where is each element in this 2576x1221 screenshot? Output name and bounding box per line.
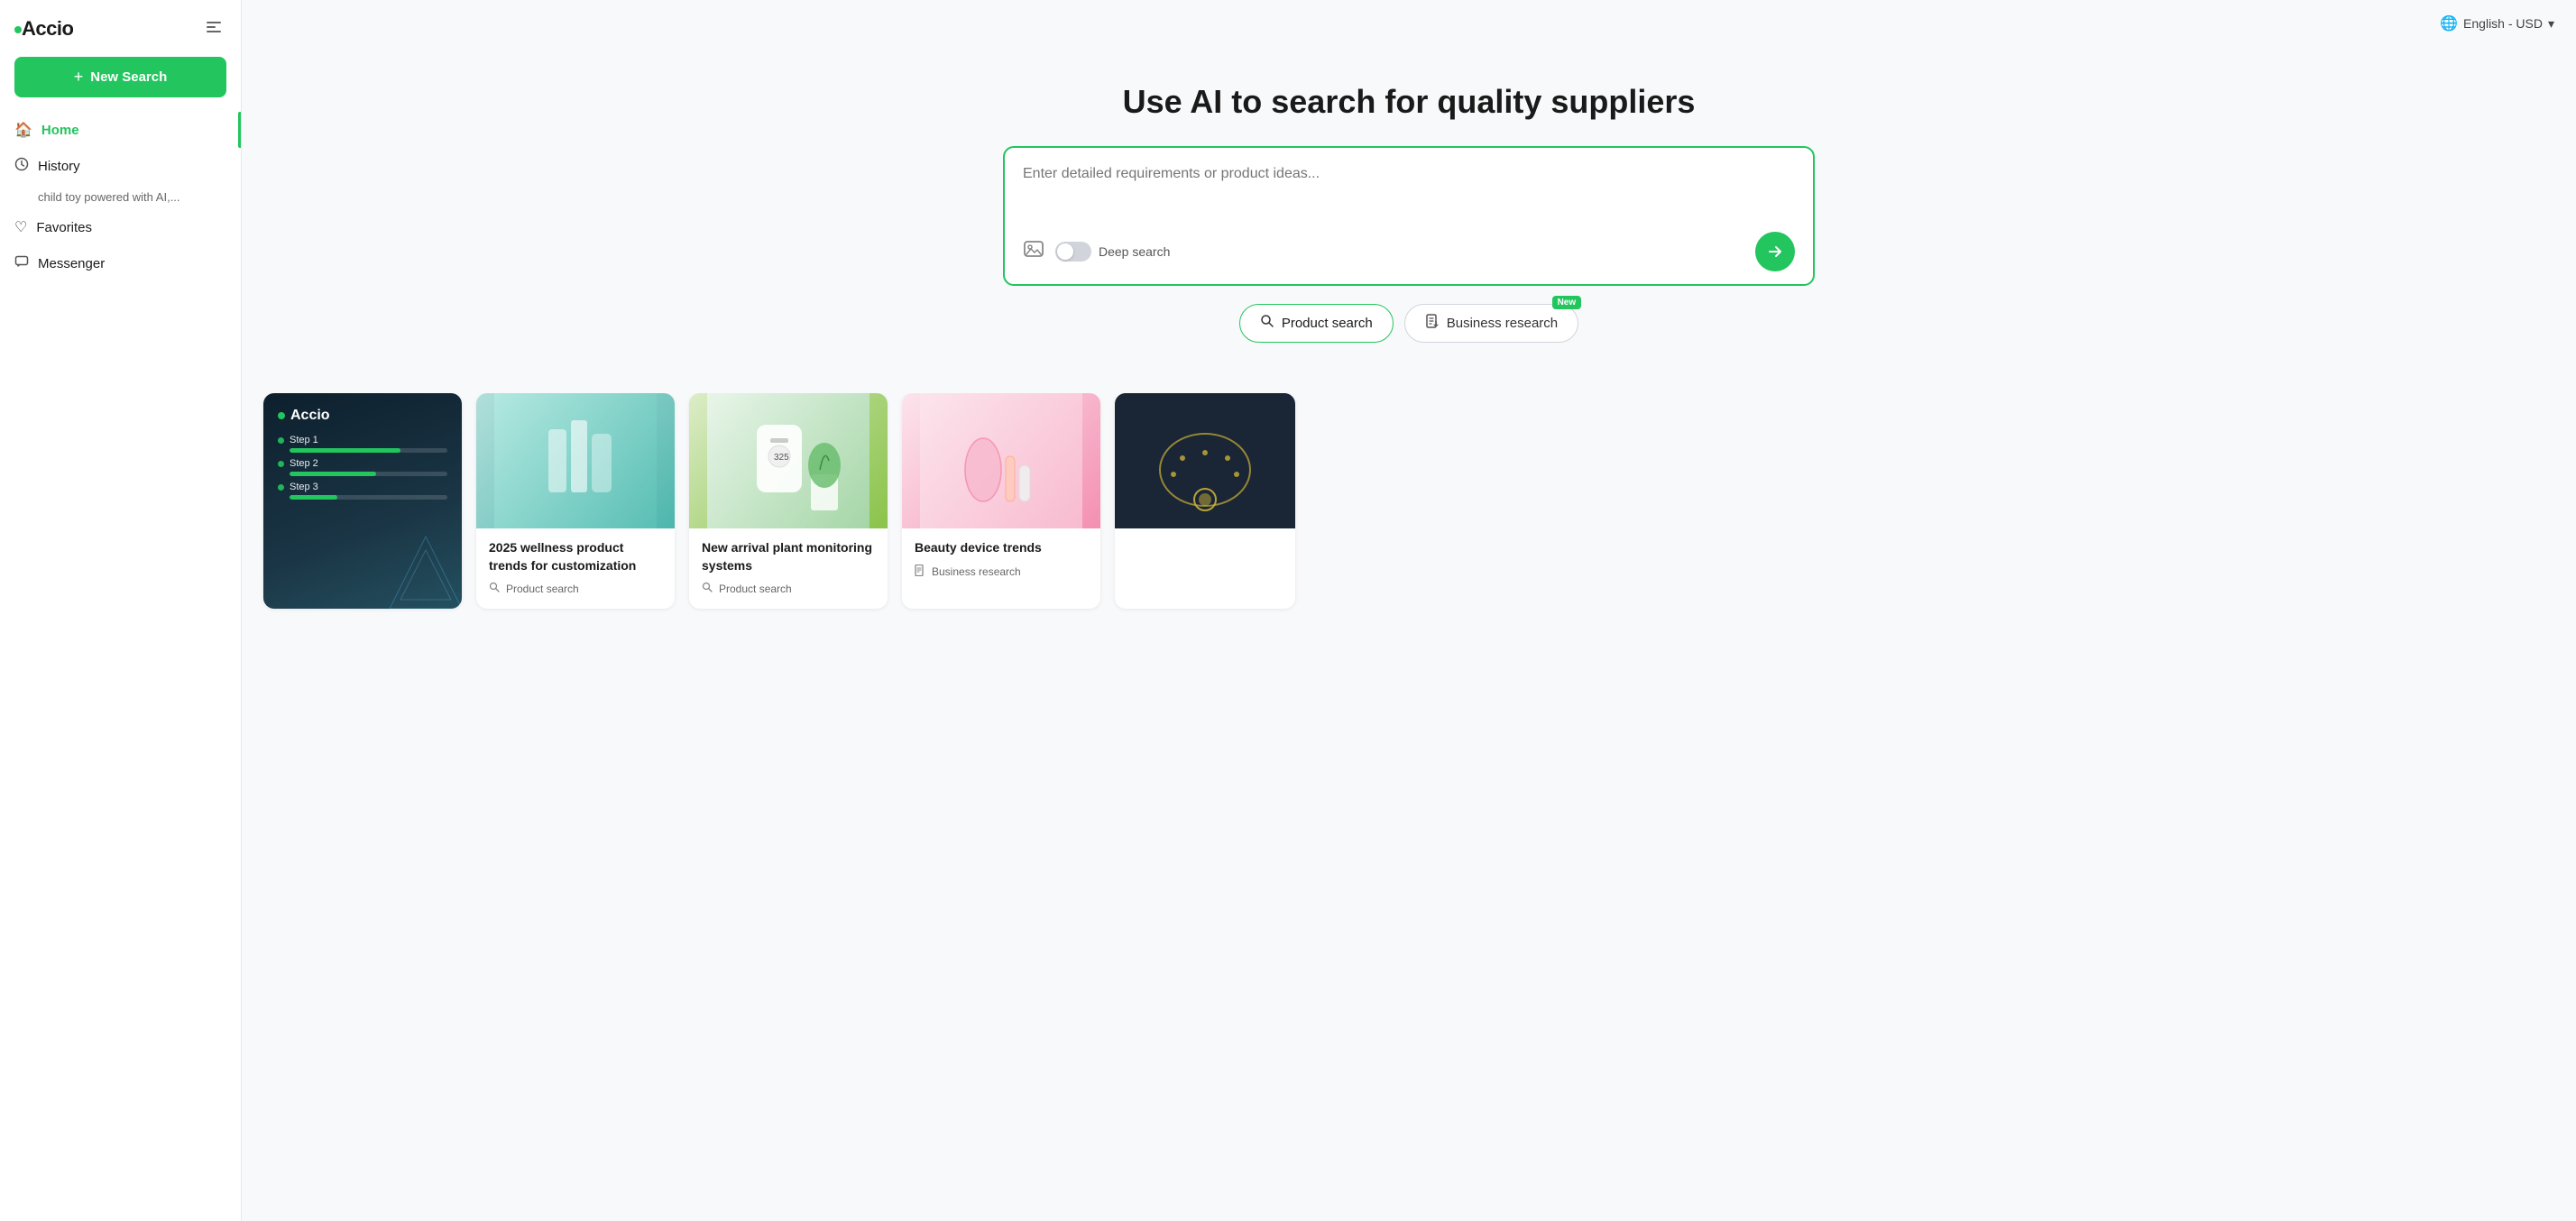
sidebar-item-home[interactable]: 🏠 Home: [0, 112, 241, 148]
image-upload-icon[interactable]: [1023, 238, 1044, 265]
globe-icon: 🌐: [2440, 14, 2458, 32]
search-footer-left: Deep search: [1023, 238, 1170, 265]
toggle-knob: [1057, 243, 1073, 260]
search-type-pills: Product search Business research New: [1239, 304, 1578, 343]
beauty-card-image: [902, 393, 1100, 528]
plant-card[interactable]: 325 New arrival plant monitoring systems…: [689, 393, 888, 609]
search-send-button[interactable]: [1755, 232, 1795, 271]
history-icon: [14, 157, 29, 176]
sidebar: Accio + New Search 🏠 Home History child …: [0, 0, 242, 1221]
product-search-icon: [1260, 314, 1274, 333]
product-search-pill[interactable]: Product search: [1239, 304, 1394, 343]
messenger-icon: [14, 254, 29, 273]
deep-search-toggle-button[interactable]: [1055, 242, 1091, 262]
deep-search-toggle: Deep search: [1055, 242, 1170, 262]
wellness-card-tag: Product search: [489, 582, 662, 596]
cards-row: Accio Step 1 Step: [263, 393, 2554, 609]
search-footer: Deep search: [1023, 232, 1795, 271]
hero-section: Use AI to search for quality suppliers: [242, 47, 2576, 393]
plant-card-body: New arrival plant monitoring systems Pro…: [689, 528, 888, 609]
beauty-card-title: Beauty device trends: [915, 539, 1088, 557]
beauty-card[interactable]: Beauty device trends Business research: [902, 393, 1100, 609]
jewelry-card[interactable]: [1115, 393, 1295, 609]
language-selector-button[interactable]: 🌐 English - USD ▾: [2440, 14, 2554, 32]
new-search-button[interactable]: + New Search: [14, 57, 226, 97]
plant-tag-icon: [702, 582, 713, 596]
beauty-card-tag: Business research: [915, 565, 1088, 579]
accio-promo-card[interactable]: Accio Step 1 Step: [263, 393, 462, 609]
plant-card-image: 325: [689, 393, 888, 528]
wellness-tag-icon: [489, 582, 501, 596]
sidebar-item-messenger[interactable]: Messenger: [0, 245, 241, 282]
sidebar-header: Accio: [0, 14, 241, 57]
business-research-icon: [1425, 314, 1440, 333]
jewelry-card-body: [1115, 528, 1295, 559]
main-content: 🌐 English - USD ▾ Use AI to search for q…: [242, 0, 2576, 1221]
app-logo: Accio: [14, 17, 73, 41]
new-badge: New: [1552, 296, 1582, 309]
wellness-card-body: 2025 wellness product trends for customi…: [476, 528, 675, 609]
search-input[interactable]: [1023, 166, 1795, 220]
sidebar-item-history[interactable]: History: [0, 148, 241, 185]
step-3-item: Step 3: [278, 482, 447, 500]
svg-text:325: 325: [774, 453, 789, 463]
plant-card-tag: Product search: [702, 582, 875, 596]
plant-card-title: New arrival plant monitoring systems: [702, 539, 875, 574]
plus-icon: +: [74, 68, 84, 87]
wellness-card[interactable]: 2025 wellness product trends for customi…: [476, 393, 675, 609]
business-research-pill[interactable]: Business research New: [1404, 304, 1578, 343]
accio-card-inner: Accio Step 1 Step: [263, 393, 462, 528]
accio-brand: Accio: [278, 408, 447, 424]
history-item-child-toy[interactable]: child toy powered with AI,...: [0, 185, 241, 209]
wellness-card-image: [476, 393, 675, 528]
beauty-tag-icon: [915, 565, 926, 579]
wellness-card-title: 2025 wellness product trends for customi…: [489, 539, 662, 574]
jewelry-card-image: [1115, 393, 1295, 528]
step-2-item: Step 2: [278, 458, 447, 476]
sidebar-toggle-button[interactable]: [201, 14, 226, 42]
hero-title: Use AI to search for quality suppliers: [1123, 83, 1696, 121]
beauty-card-body: Beauty device trends Business research: [902, 528, 1100, 592]
topbar: 🌐 English - USD ▾: [242, 0, 2576, 47]
step-1-item: Step 1: [278, 435, 447, 453]
favorites-icon: ♡: [14, 218, 27, 236]
sidebar-item-favorites[interactable]: ♡ Favorites: [0, 209, 241, 245]
home-icon: 🏠: [14, 121, 32, 139]
cards-section: Accio Step 1 Step: [242, 393, 2576, 645]
search-container: Deep search: [1003, 146, 1815, 286]
